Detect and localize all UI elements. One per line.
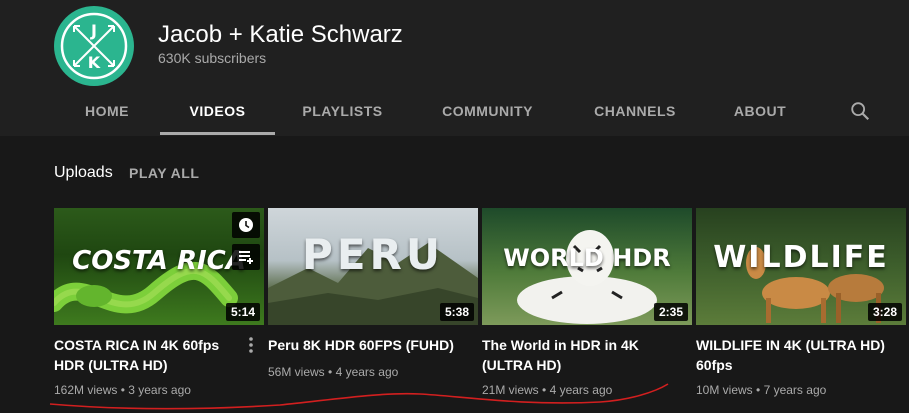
avatar-letter-k: K bbox=[88, 53, 101, 72]
video-title[interactable]: Peru 8K HDR 60FPS (FUHD) bbox=[268, 335, 458, 355]
tab-home[interactable]: HOME bbox=[54, 86, 160, 134]
thumbnail-text: WORLD HDR bbox=[503, 244, 671, 272]
queue-icon bbox=[239, 251, 253, 264]
clock-icon bbox=[239, 218, 253, 232]
subscriber-count: 630K subscribers bbox=[158, 50, 267, 66]
meta-separator: • bbox=[328, 365, 333, 379]
view-count: 56M views bbox=[268, 365, 325, 379]
tab-channels[interactable]: CHANNELS bbox=[565, 86, 705, 134]
more-options-icon[interactable] bbox=[248, 336, 254, 354]
thumbnail-text: WILDLIFE bbox=[713, 240, 889, 275]
video-card[interactable]: PERU 5:38 Peru 8K HDR 60FPS (FUHD) 56M v… bbox=[268, 208, 478, 379]
video-card[interactable]: WILDLIFE 3:28 WILDLIFE IN 4K (ULTRA HD) … bbox=[696, 208, 906, 397]
tab-videos[interactable]: VIDEOS bbox=[160, 86, 275, 135]
video-title[interactable]: COSTA RICA IN 4K 60fps HDR (ULTRA HD) bbox=[54, 335, 244, 375]
video-title[interactable]: The World in HDR in 4K (ULTRA HD) bbox=[482, 335, 672, 375]
tab-community[interactable]: COMMUNITY bbox=[410, 86, 565, 134]
section-title: Uploads bbox=[54, 164, 113, 181]
hand-drawn-underline bbox=[49, 383, 669, 410]
video-thumbnail[interactable]: COSTA RICA 5:14 bbox=[54, 208, 264, 325]
channel-avatar[interactable]: J K bbox=[54, 6, 134, 86]
video-thumbnail[interactable]: PERU 5:38 bbox=[268, 208, 478, 325]
video-duration: 3:28 bbox=[867, 303, 902, 321]
video-thumbnail[interactable]: WILDLIFE 3:28 bbox=[696, 208, 906, 325]
upload-age: 4 years ago bbox=[335, 365, 399, 379]
tab-playlists[interactable]: PLAYLISTS bbox=[275, 86, 410, 134]
video-duration: 5:14 bbox=[225, 303, 260, 321]
video-thumbnail[interactable]: WORLD HDR 2:35 bbox=[482, 208, 692, 325]
watch-later-button[interactable] bbox=[232, 212, 260, 238]
video-card[interactable]: WORLD HDR 2:35 The World in HDR in 4K (U… bbox=[482, 208, 692, 397]
video-meta: 56M views • 4 years ago bbox=[268, 365, 478, 379]
video-duration: 2:35 bbox=[653, 303, 688, 321]
thumbnail-text: PERU bbox=[302, 230, 444, 279]
avatar-letter-j: J bbox=[90, 21, 97, 40]
search-icon[interactable] bbox=[849, 100, 871, 122]
video-card[interactable]: COSTA RICA 5:14 COSTA RICA IN 4K 60fps H… bbox=[54, 208, 264, 397]
add-to-queue-button[interactable] bbox=[232, 244, 260, 270]
play-all-button[interactable]: PLAY ALL bbox=[129, 165, 199, 181]
channel-tabs: HOME VIDEOS PLAYLISTS COMMUNITY CHANNELS… bbox=[54, 86, 909, 136]
channel-name: Jacob + Katie Schwarz bbox=[158, 21, 403, 48]
video-title[interactable]: WILDLIFE IN 4K (ULTRA HD) 60fps bbox=[696, 335, 886, 375]
avatar-logo-icon: J K bbox=[60, 12, 128, 80]
video-duration: 5:38 bbox=[439, 303, 474, 321]
tab-about[interactable]: ABOUT bbox=[705, 86, 815, 134]
